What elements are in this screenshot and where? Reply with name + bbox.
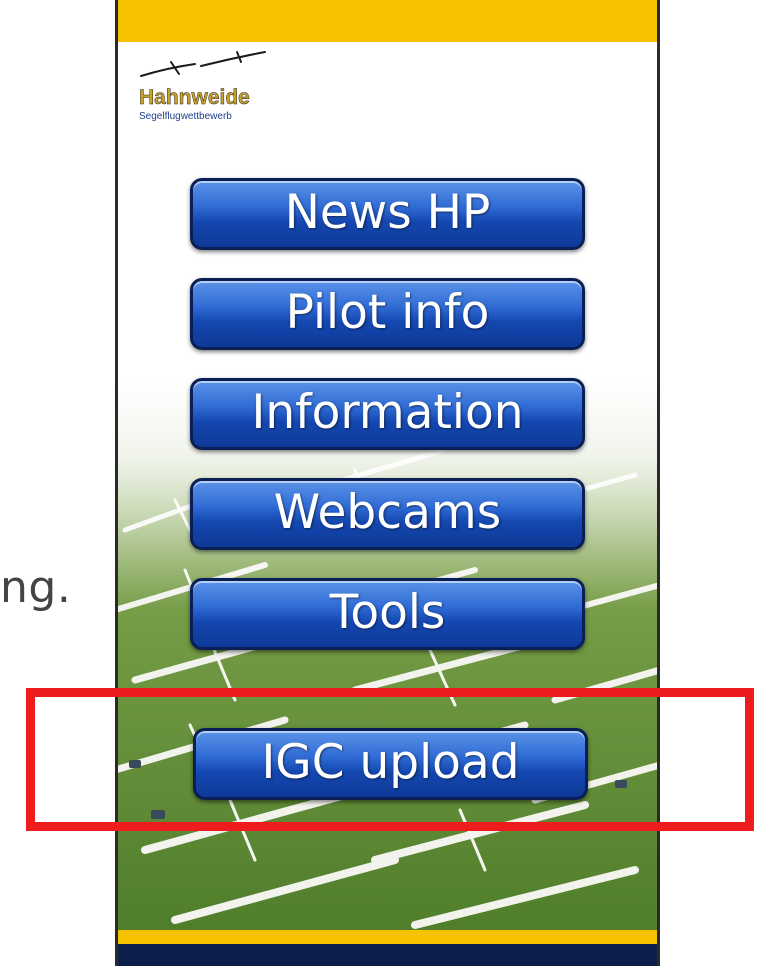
information-button[interactable]: Information — [190, 378, 585, 450]
bottom-accent-bar — [115, 930, 660, 944]
logo-wordmark: Hahnweide — [139, 86, 250, 110]
igc-upload-highlight-box — [26, 688, 754, 831]
app-logo: Hahnweide Segelflugwettbewerb — [137, 48, 287, 128]
pilot-info-button[interactable]: Pilot info — [190, 278, 585, 350]
bottom-nav-bar — [115, 944, 660, 966]
top-status-bar — [115, 0, 660, 42]
webcams-button[interactable]: Webcams — [190, 478, 585, 550]
news-hp-button[interactable]: News HP — [190, 178, 585, 250]
background-text-fragment: ng. — [0, 562, 72, 613]
tools-button[interactable]: Tools — [190, 578, 585, 650]
logo-subtitle: Segelflugwettbewerb — [139, 111, 232, 122]
glider-logo-icon — [140, 51, 266, 77]
